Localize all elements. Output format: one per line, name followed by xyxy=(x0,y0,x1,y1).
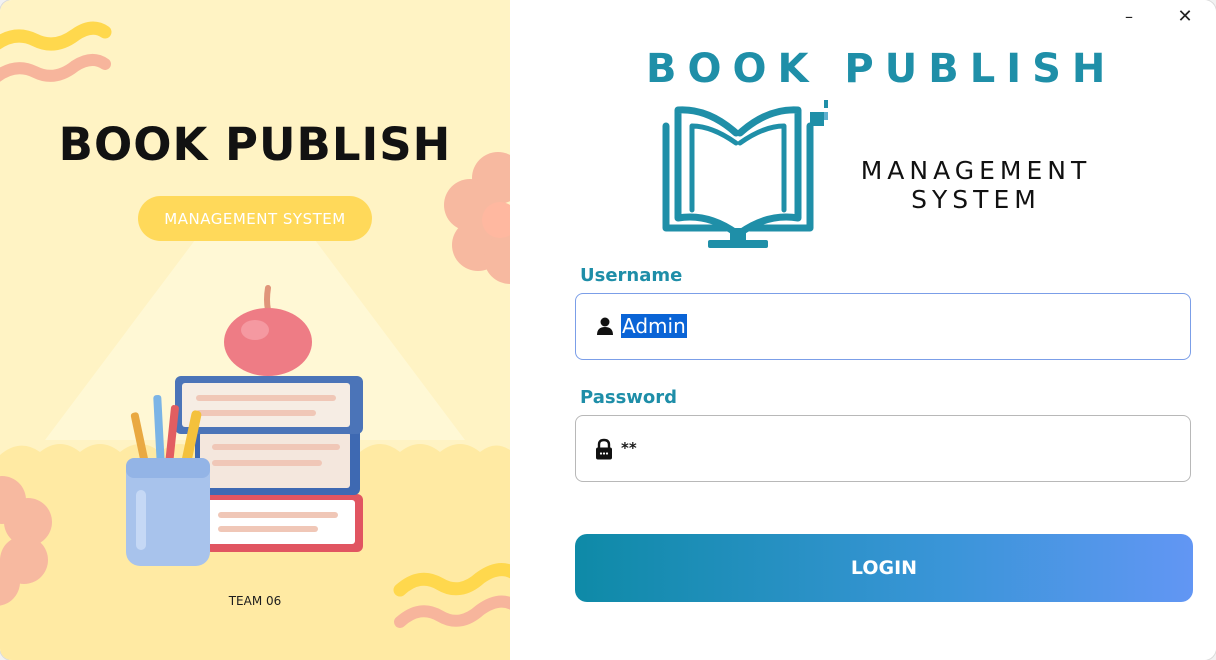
cover-illustration-panel: BOOK PUBLISH MANAGEMENT SYSTEM TEAM 06 xyxy=(0,0,510,660)
cover-illustration xyxy=(0,21,510,660)
cover-subtitle-pill: MANAGEMENT SYSTEM xyxy=(138,196,372,241)
login-panel: – ✕ BOOK PUBLISH MANAGEMENT SYSTEM Usern… xyxy=(510,0,1216,660)
brand-subtitle: MANAGEMENT SYSTEM xyxy=(836,156,1116,214)
cover-team-label: TEAM 06 xyxy=(228,594,282,608)
close-button[interactable]: ✕ xyxy=(1167,2,1203,30)
login-button[interactable]: LOGIN xyxy=(575,534,1193,602)
brand-title: BOOK PUBLISH xyxy=(646,46,1117,92)
brand-subtitle-line2: SYSTEM xyxy=(911,185,1041,214)
lock-icon xyxy=(596,438,612,460)
minimize-button[interactable]: – xyxy=(1111,2,1147,30)
username-selected-text: Admin xyxy=(621,314,687,338)
username-field[interactable]: Admin xyxy=(575,293,1191,360)
user-icon xyxy=(597,317,613,335)
password-field[interactable]: ** xyxy=(575,415,1191,482)
password-label: Password xyxy=(580,387,678,408)
password-value[interactable]: ** xyxy=(621,416,637,480)
username-value[interactable]: Admin xyxy=(621,294,687,358)
username-label: Username xyxy=(580,265,683,286)
login-window: BOOK PUBLISH MANAGEMENT SYSTEM TEAM 06 –… xyxy=(0,0,1216,660)
brand-subtitle-line1: MANAGEMENT xyxy=(860,156,1092,185)
cover-title: BOOK PUBLISH xyxy=(58,118,452,171)
open-book-monitor-icon xyxy=(662,100,828,248)
